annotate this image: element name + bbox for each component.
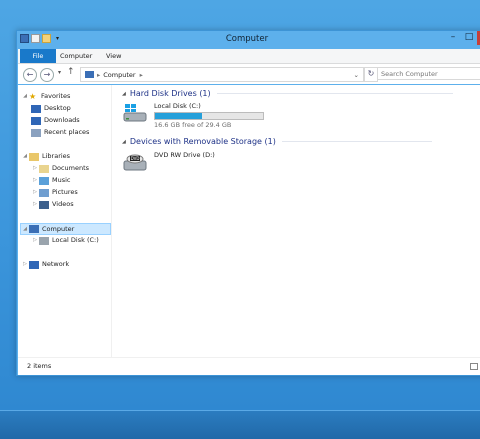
up-button[interactable]: ↑ [67,67,75,77]
group-removable-storage[interactable]: ◢ Devices with Removable Storage (1) [122,137,432,146]
details-view-icon[interactable] [470,363,478,370]
drive-usage-fill [155,113,202,119]
pictures-icon [39,188,49,197]
collapse-arrow-icon[interactable]: ▷ [31,235,39,246]
computer-icon [29,225,39,233]
back-button[interactable]: ← [23,68,37,82]
window-title: Computer [225,34,269,44]
nav-favorites[interactable]: ◢ ★ Favorites [21,91,70,102]
drive-free-space: 16.6 GB free of 29.4 GB [154,121,232,129]
nav-libraries[interactable]: ◢ Libraries [21,151,70,162]
nav-item-recent-places[interactable]: Recent places [31,127,89,138]
forward-button[interactable]: → [40,68,54,82]
desktop-icon [31,104,41,113]
content-pane: ◢ Hard Disk Drives (1) Local Disk (C:) 1… [118,85,480,357]
computer-icon [85,71,94,78]
music-icon [39,176,49,185]
breadcrumb-separator-icon: ▸ [97,70,101,79]
downloads-icon [31,116,41,125]
tab-file[interactable]: File [20,49,56,63]
recent-places-icon [31,128,41,137]
nav-item-documents[interactable]: ▷ Documents [31,163,89,174]
group-collapse-icon[interactable]: ◢ [122,139,126,145]
drive-name: Local Disk (C:) [154,102,201,110]
nav-item-videos[interactable]: ▷ Videos [31,199,74,210]
collapse-arrow-icon[interactable]: ▷ [31,199,39,210]
nav-item-desktop[interactable]: Desktop [31,103,71,114]
tab-computer[interactable]: Computer [52,49,100,63]
dvd-drive-icon: DVD [123,154,147,171]
group-hard-disk-drives[interactable]: ◢ Hard Disk Drives (1) [122,89,453,98]
drive-usage-bar [154,112,264,120]
explorer-window: ▾ Computer – □ File Computer View ← → ▾ … [16,30,480,376]
minimize-button[interactable]: – [445,31,461,45]
nav-item-music[interactable]: ▷ Music [31,175,71,186]
tab-view[interactable]: View [98,49,129,63]
expand-arrow-icon[interactable]: ◢ [21,151,29,162]
search-input[interactable] [377,67,480,80]
item-count: 2 items [27,362,52,370]
hard-drive-icon [123,104,147,122]
star-icon: ★ [29,92,37,101]
explorer-body: ◢ ★ Favorites Desktop Downloads Recent p… [18,85,480,357]
drive-dvd-d[interactable]: DVD DVD RW Drive (D:) [122,151,215,173]
drive-name: DVD RW Drive (D:) [154,151,215,159]
svg-text:DVD: DVD [131,156,140,161]
group-divider [216,93,453,94]
recent-locations-icon[interactable]: ▾ [58,69,61,76]
group-collapse-icon[interactable]: ◢ [122,91,126,97]
videos-icon [39,200,49,209]
nav-item-downloads[interactable]: Downloads [31,115,80,126]
collapse-arrow-icon[interactable]: ▷ [31,187,39,198]
breadcrumb-separator-icon: ▸ [139,70,143,79]
libraries-icon [29,152,39,161]
collapse-arrow-icon[interactable]: ▷ [31,175,39,186]
collapse-arrow-icon[interactable]: ▷ [21,259,29,270]
navigation-pane: ◢ ★ Favorites Desktop Downloads Recent p… [18,85,112,357]
status-bar: 2 items [18,357,480,375]
address-dropdown-icon[interactable]: ⌄ [354,71,359,79]
address-bar-row: ← → ▾ ↑ ▸ Computer ▸ ⌄ ↻ [18,64,480,84]
taskbar [0,410,480,439]
maximize-button[interactable]: □ [461,31,477,45]
nav-item-pictures[interactable]: ▷ Pictures [31,187,78,198]
expand-arrow-icon[interactable]: ◢ [21,91,29,102]
title-bar: ▾ Computer – □ [17,31,480,49]
nav-network[interactable]: ▷ Network [21,259,69,270]
refresh-button[interactable]: ↻ [364,67,378,82]
nav-computer[interactable]: ◢ Computer [20,223,111,235]
group-divider [281,141,432,142]
drive-icon [39,236,49,245]
nav-item-local-disk[interactable]: ▷ Local Disk (C:) [31,235,99,246]
ribbon: File Computer View [18,49,480,64]
drive-local-disk-c[interactable]: Local Disk (C:) 16.6 GB free of 29.4 GB [122,102,264,129]
breadcrumb-computer[interactable]: Computer [103,71,135,79]
expand-arrow-icon[interactable]: ◢ [21,224,29,235]
collapse-arrow-icon[interactable]: ▷ [31,163,39,174]
documents-icon [39,164,49,173]
network-icon [29,260,39,269]
address-field[interactable]: ▸ Computer ▸ ⌄ [80,67,364,82]
